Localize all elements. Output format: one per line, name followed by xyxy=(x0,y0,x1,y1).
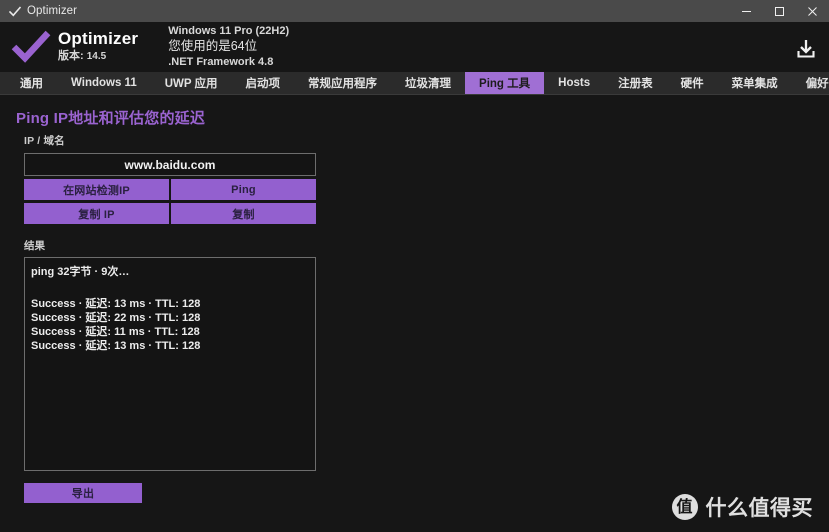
ping-button[interactable]: Ping xyxy=(171,179,316,200)
result-line: Success · 延迟: 13 ms · TTL: 128 xyxy=(31,340,201,352)
content-area: Ping IP地址和评估您的延迟 IP / 域名 在网站检测IP Ping 复制… xyxy=(0,95,829,532)
brand-name: Optimizer xyxy=(58,29,139,48)
tab-ping-tool[interactable]: Ping 工具 xyxy=(465,72,545,94)
version-label: 版本: xyxy=(58,50,84,62)
results-box[interactable]: ping 32字节 · 9次… Success · 延迟: 13 ms · TT… xyxy=(24,257,316,471)
title-bar-left: Optimizer xyxy=(0,5,77,17)
results-header-line: ping 32字节 · 9次… xyxy=(31,266,130,278)
optimizer-window: Optimizer Optimizer 版本: 14.5 Windows 11 … xyxy=(0,0,829,532)
button-row-2: 复制 IP 复制 xyxy=(24,203,316,224)
tab-strip: 通用 Windows 11 UWP 应用 启动项 常规应用程序 垃圾清理 Pin… xyxy=(0,72,829,95)
app-header: Optimizer 版本: 14.5 Windows 11 Pro (22H2)… xyxy=(0,22,829,72)
result-line: Success · 延迟: 11 ms · TTL: 128 xyxy=(31,326,200,338)
download-icon[interactable] xyxy=(793,36,819,62)
version-number: 14.5 xyxy=(86,51,107,62)
export-row: 导出 xyxy=(24,483,316,503)
system-info-arch: 您使用的是64位 xyxy=(168,39,258,54)
brand-version: 版本: 14.5 xyxy=(58,48,138,65)
ip-field-label: IP / 域名 xyxy=(24,135,65,147)
smzdm-logo-icon: 值 xyxy=(671,494,698,520)
system-info-os: Windows 11 Pro (22H2) xyxy=(168,24,290,37)
minimize-icon[interactable] xyxy=(730,0,763,22)
result-line: Success · 延迟: 22 ms · TTL: 128 xyxy=(31,312,201,324)
window-title: Optimizer xyxy=(27,5,78,17)
tab-common-apps[interactable]: 常规应用程序 xyxy=(294,72,391,94)
window-controls xyxy=(730,0,829,22)
copy-ip-button[interactable]: 复制 IP xyxy=(24,203,169,224)
check-icon xyxy=(9,5,21,17)
page-title: Ping IP地址和评估您的延迟 xyxy=(16,110,206,127)
tab-uwp-apps[interactable]: UWP 应用 xyxy=(151,72,232,94)
tab-cleaner[interactable]: 垃圾清理 xyxy=(391,72,465,94)
tab-windows11[interactable]: Windows 11 xyxy=(57,72,151,94)
copy-button[interactable]: 复制 xyxy=(171,203,316,224)
button-row-1: 在网站检测IP Ping xyxy=(24,179,316,200)
system-info-framework: .NET Framework 4.8 xyxy=(168,55,274,68)
brand-block: Optimizer 版本: 14.5 xyxy=(58,26,138,68)
title-bar: Optimizer xyxy=(0,0,829,22)
tab-hosts[interactable]: Hosts xyxy=(544,72,604,94)
results-label: 结果 xyxy=(24,240,45,252)
watermark-text: 什么值得买 xyxy=(705,496,813,520)
tab-menu-integration[interactable]: 菜单集成 xyxy=(718,72,792,94)
maximize-icon[interactable] xyxy=(763,0,796,22)
tab-registry[interactable]: 注册表 xyxy=(604,72,667,94)
ip-input[interactable] xyxy=(24,153,316,176)
ping-panel: IP / 域名 在网站检测IP Ping 复制 IP 复制 结果 ping 32… xyxy=(24,133,316,503)
result-line: Success · 延迟: 13 ms · TTL: 128 xyxy=(31,298,201,310)
tab-general[interactable]: 通用 xyxy=(6,72,57,94)
tab-startup[interactable]: 启动项 xyxy=(232,72,295,94)
tab-preferences[interactable]: 偏好选项 xyxy=(792,72,829,94)
watermark: 值 什么值得买 xyxy=(671,492,814,522)
export-button[interactable]: 导出 xyxy=(24,483,142,503)
close-icon[interactable] xyxy=(796,0,829,22)
system-info: Windows 11 Pro (22H2) 您使用的是64位 .NET Fram… xyxy=(168,24,289,70)
purple-check-icon xyxy=(8,27,54,67)
detect-ip-button[interactable]: 在网站检测IP xyxy=(24,179,169,200)
tab-hardware[interactable]: 硬件 xyxy=(667,72,718,94)
